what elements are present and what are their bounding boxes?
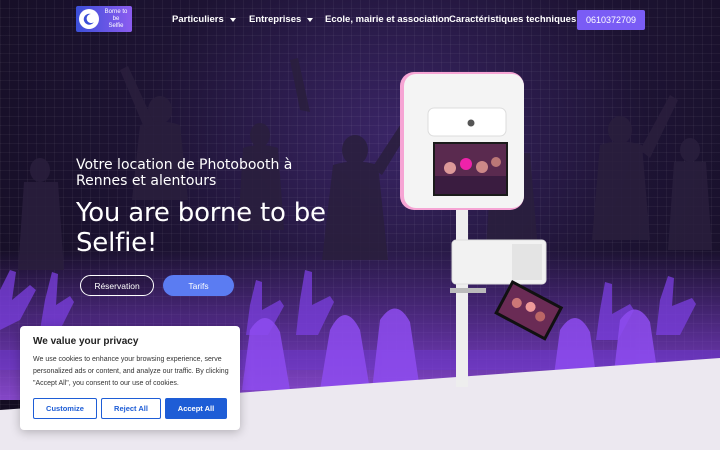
nav-entreprises-label: Entreprises [249, 14, 302, 25]
site-logo[interactable]: Borne to be Selfie [76, 6, 132, 32]
photobooth-image [400, 72, 564, 387]
nav-caracteristiques-techniques[interactable]: Caractéristiques techniques [449, 14, 576, 25]
nav-caracteristiques-label: Caractéristiques techniques [449, 14, 577, 25]
cookie-reject-all-button[interactable]: Reject All [101, 398, 161, 419]
logo-text: Borne to be Selfie [102, 9, 130, 30]
chevron-down-icon [307, 17, 314, 22]
chevron-down-icon [229, 17, 236, 22]
nav-ecole-label: Ecole, mairie et association [325, 14, 450, 25]
cookie-body-text: We use cookies to enhance your browsing … [33, 356, 229, 387]
nav-ecole-mairie-association[interactable]: Ecole, mairie et association [325, 14, 450, 25]
reservation-button[interactable]: Réservation [80, 275, 154, 296]
nav-particuliers[interactable]: Particuliers [172, 14, 236, 25]
nav-entreprises[interactable]: Entreprises [249, 14, 314, 25]
moon-icon [79, 9, 99, 29]
hero-section: Borne to be Selfie Particuliers Entrepri… [0, 0, 720, 450]
cookie-consent-dialog: We value your privacy We use cookies to … [20, 326, 240, 430]
hero-subtitle: Votre location de Photobooth à Rennes et… [76, 157, 293, 189]
cookie-accept-all-button[interactable]: Accept All [165, 398, 227, 419]
cookie-title: We value your privacy [33, 336, 139, 347]
phone-button[interactable]: 0610372709 [577, 10, 645, 30]
cookie-customize-button[interactable]: Customize [33, 398, 97, 419]
logo-text-line-2: Selfie [108, 22, 124, 29]
hero-headline: You are borne to be Selfie! [76, 198, 326, 258]
logo-text-line-1: Borne to be [104, 8, 128, 22]
tarifs-button[interactable]: Tarifs [163, 275, 234, 296]
nav-particuliers-label: Particuliers [172, 14, 224, 25]
